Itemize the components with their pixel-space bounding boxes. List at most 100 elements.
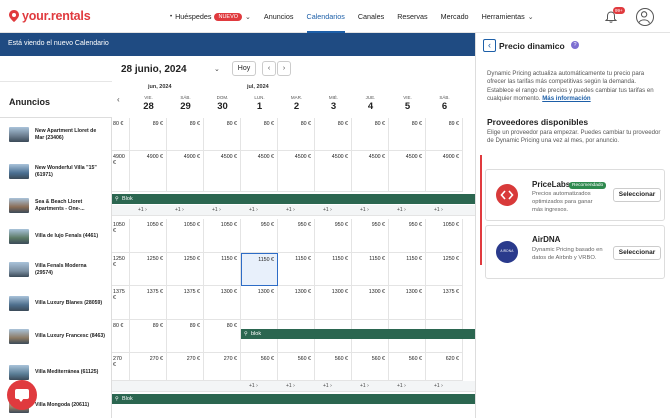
help-icon[interactable]: ? <box>571 41 579 49</box>
chat-button[interactable] <box>7 380 37 410</box>
price-cell[interactable]: 1300 € <box>204 286 241 320</box>
price-cell[interactable]: 270 € <box>167 353 204 381</box>
price-cell[interactable]: 89 € <box>167 118 204 151</box>
price-cell[interactable]: 1150 € <box>241 253 278 286</box>
notification-badge: 99+ <box>613 7 625 14</box>
price-cell[interactable]: 560 € <box>278 353 315 381</box>
nav-bookings[interactable]: Reservas <box>397 0 427 33</box>
price-cell[interactable]: 80 € <box>278 118 315 151</box>
price-cell[interactable]: 1150 € <box>278 253 315 286</box>
price-cell[interactable]: 89 € <box>130 320 167 353</box>
nav-market[interactable]: Mercado <box>441 0 469 33</box>
price-cell[interactable]: 1300 € <box>278 286 315 320</box>
user-avatar[interactable] <box>636 8 654 26</box>
price-cell[interactable]: 560 € <box>241 353 278 381</box>
price-cell[interactable]: 1050 € <box>426 219 463 253</box>
price-cell[interactable]: 950 € <box>352 219 389 253</box>
price-cell[interactable]: 950 € <box>389 219 426 253</box>
price-cell[interactable]: 950 € <box>315 219 352 253</box>
price-cell[interactable]: 80 € <box>112 320 130 353</box>
price-cell[interactable]: 4500 € <box>389 151 426 192</box>
price-cell[interactable]: 1250 € <box>167 253 204 286</box>
price-cell[interactable]: 80 € <box>241 118 278 151</box>
back-button[interactable]: ‹ <box>483 39 496 52</box>
price-cell[interactable]: 1250 € <box>130 253 167 286</box>
price-cell[interactable]: 560 € <box>352 353 389 381</box>
price-cell[interactable]: 1050 € <box>112 219 130 253</box>
price-cell[interactable]: 1050 € <box>167 219 204 253</box>
brand-logo[interactable]: your.rentals <box>8 9 91 23</box>
nav-calendars[interactable]: Calendarios <box>306 0 346 33</box>
price-cell[interactable]: 89 € <box>426 118 463 151</box>
price-cell[interactable]: 1375 € <box>426 286 463 320</box>
listing-name: Sea & Beach Lloret Apartments - One-... <box>35 198 85 212</box>
price-cell[interactable]: 620 € <box>426 353 463 381</box>
price-cell[interactable]: 89 € <box>167 320 204 353</box>
price-cell[interactable]: 1050 € <box>204 219 241 253</box>
price-cell[interactable]: 270 € <box>204 353 241 381</box>
price-cell[interactable]: 1375 € <box>130 286 167 320</box>
price-cell[interactable]: 950 € <box>241 219 278 253</box>
today-button[interactable]: Hoy <box>232 61 256 76</box>
price-cell[interactable]: 4900 € <box>130 151 167 192</box>
price-cell[interactable]: 80 € <box>389 118 426 151</box>
select-pricelabs-button[interactable]: Seleccionar <box>613 188 661 202</box>
price-cell[interactable]: 1300 € <box>389 286 426 320</box>
listing-row-label[interactable]: Villa Luxury Francesc (8463) <box>0 320 112 353</box>
listing-row-label[interactable]: New Apartment Lloret de Mar (23406) <box>0 118 112 151</box>
price-cell[interactable]: 560 € <box>315 353 352 381</box>
price-cell[interactable]: 4900 € <box>426 151 463 192</box>
price-cell[interactable]: 4500 € <box>241 151 278 192</box>
price-cell[interactable]: 89 € <box>130 118 167 151</box>
price-cell[interactable]: 80 € <box>204 320 241 353</box>
next-period-button[interactable]: › <box>277 61 291 76</box>
price-cell[interactable]: 4500 € <box>204 151 241 192</box>
listing-row-label[interactable]: Villa de lujo Fenals (4461) <box>0 219 112 253</box>
listing-row-label[interactable]: Villa Luxury Blanes (28059) <box>0 286 112 320</box>
block-bar[interactable]: ⚲ blok <box>241 329 475 339</box>
price-cell[interactable]: 270 € <box>112 353 130 381</box>
price-cell[interactable]: 950 € <box>278 219 315 253</box>
listing-name: Villa Luxury Blanes (28059) <box>35 299 103 306</box>
price-cell[interactable]: 1300 € <box>352 286 389 320</box>
price-cell[interactable]: 1300 € <box>241 286 278 320</box>
nav-channels[interactable]: Canales <box>358 0 384 33</box>
chevron-left-icon[interactable]: ‹ <box>117 95 120 104</box>
price-cell[interactable]: 270 € <box>130 353 167 381</box>
price-cell[interactable]: 1150 € <box>315 253 352 286</box>
price-cell[interactable]: 80 € <box>352 118 389 151</box>
price-cell[interactable]: 1250 € <box>112 253 130 286</box>
listing-row-label[interactable]: New Wonderful Villa "15" (61971) <box>0 151 112 192</box>
chevron-down-icon[interactable]: ⌄ <box>214 65 220 73</box>
price-cell[interactable]: 4500 € <box>315 151 352 192</box>
nav-guests[interactable]: • Huéspedes NUEVO ⌄ <box>170 0 251 33</box>
price-cell[interactable]: 4900 € <box>167 151 204 192</box>
nav-tools[interactable]: Herramientas ⌄ <box>482 0 534 33</box>
more-info-link[interactable]: Más información <box>542 95 590 102</box>
price-cell[interactable]: 4500 € <box>278 151 315 192</box>
price-cell[interactable]: 1375 € <box>112 286 130 320</box>
price-cell[interactable]: 1150 € <box>389 253 426 286</box>
price-cell[interactable]: 1375 € <box>167 286 204 320</box>
price-cell[interactable]: 560 € <box>389 353 426 381</box>
nav-listings[interactable]: Anuncios <box>264 0 294 33</box>
select-airdna-button[interactable]: Seleccionar <box>613 246 661 260</box>
price-cell[interactable]: 1250 € <box>426 253 463 286</box>
price-cell[interactable]: 80 € <box>204 118 241 151</box>
block-bar[interactable]: ⚲ Blok <box>112 394 475 404</box>
price-cell[interactable]: 80 € <box>112 118 130 151</box>
prev-period-button[interactable]: ‹ <box>262 61 276 76</box>
listing-row-label[interactable]: Sea & Beach Lloret Apartments - One-... <box>0 192 112 219</box>
price-cell[interactable]: 1050 € <box>130 219 167 253</box>
price-cell[interactable]: 1150 € <box>352 253 389 286</box>
min-stay-text: +1 <box>397 383 403 389</box>
listing-row-label[interactable]: Villa Fenals Moderna (29574) <box>0 253 112 286</box>
min-stay-value: +1 › <box>138 207 147 213</box>
block-bar[interactable]: ⚲ Blok <box>112 194 475 204</box>
price-cell[interactable]: 4900 € <box>112 151 130 192</box>
price-cell[interactable]: 80 € <box>315 118 352 151</box>
price-cell[interactable]: 1300 € <box>315 286 352 320</box>
price-cell[interactable]: 4500 € <box>352 151 389 192</box>
chevron-down-icon: ⌄ <box>527 13 534 21</box>
price-cell[interactable]: 1150 € <box>204 253 241 286</box>
